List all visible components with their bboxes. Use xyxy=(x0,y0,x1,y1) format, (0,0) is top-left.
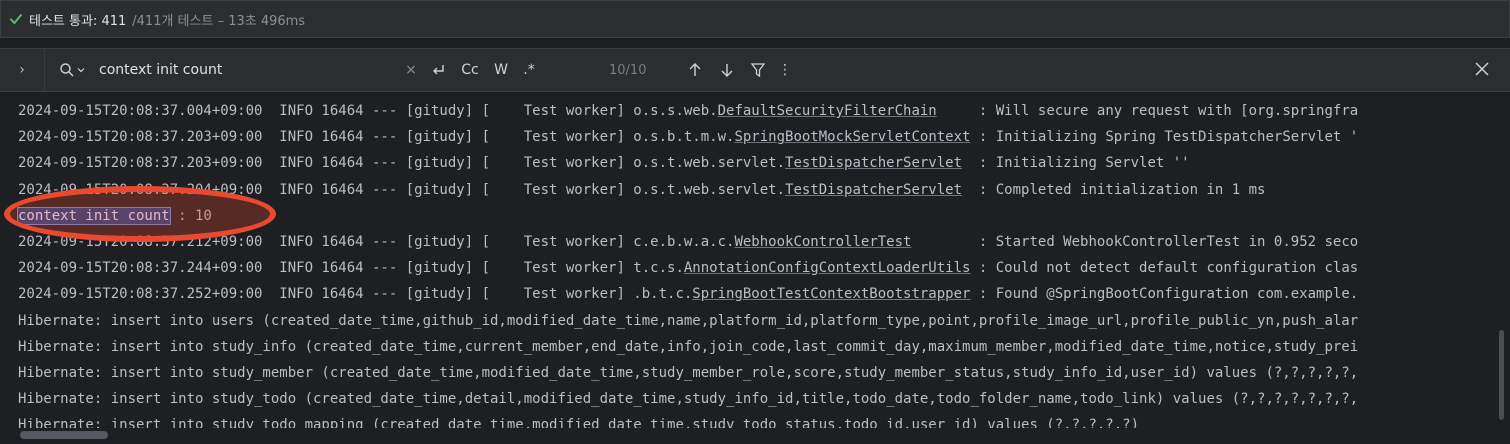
log-prefix: 2024-09-15T20:08:37.004+09:00 INFO 16464… xyxy=(18,103,718,119)
match-count: 10/10 xyxy=(609,62,647,78)
log-prefix: 2024-09-15T20:08:37.203+09:00 INFO 16464… xyxy=(18,155,786,172)
log-message: : Could not detect default configuration… xyxy=(970,260,1359,277)
console-line: 2024-09-15T20:08:37.244+09:00 INFO 16464… xyxy=(0,255,1510,281)
next-match-icon[interactable] xyxy=(711,62,743,78)
log-text: : 10 xyxy=(169,207,212,224)
console-line: Hibernate: insert into study_todo (creat… xyxy=(0,386,1510,412)
console-line: Hibernate: insert into study_todo_mappin… xyxy=(0,412,1510,428)
log-prefix: 2024-09-15T20:08:37.244+09:00 INFO 16464… xyxy=(18,260,684,277)
match-case-button[interactable]: Cc xyxy=(453,62,487,78)
regex-button[interactable]: .* xyxy=(515,62,543,78)
filter-icon[interactable] xyxy=(743,62,773,78)
log-text: Hibernate: insert into study_todo (creat… xyxy=(18,391,1359,408)
console-line: 2024-09-15T20:08:37.004+09:00 INFO 16464… xyxy=(0,98,1510,124)
log-message: : Initializing Servlet '' xyxy=(962,155,1190,172)
log-text: Hibernate: insert into study_member (cre… xyxy=(18,364,1359,381)
new-line-toggle-icon[interactable] xyxy=(423,62,453,78)
class-link[interactable]: SpringBootMockServletContext xyxy=(734,129,970,145)
console-search-bar: › × Cc W .* 10/10 ⋮ xyxy=(0,48,1510,92)
log-message: : Started WebhookControllerTest in 0.952… xyxy=(911,233,1359,250)
whole-words-button[interactable]: W xyxy=(487,62,515,78)
console-line: Hibernate: insert into study_info (creat… xyxy=(0,334,1510,360)
log-prefix: 2024-09-15T20:08:37.203+09:00 INFO 16464… xyxy=(18,129,735,146)
class-link[interactable]: AnnotationConfigContextLoaderUtils xyxy=(684,260,971,276)
class-link[interactable]: DefaultSecurityFilterChain xyxy=(718,103,937,119)
console-line: 2024-09-15T20:08:37.204+09:00 INFO 16464… xyxy=(0,177,1510,203)
search-history-button[interactable] xyxy=(59,62,85,78)
clear-search-icon[interactable]: × xyxy=(399,62,423,78)
log-text: Hibernate: insert into study_info (creat… xyxy=(18,338,1359,355)
console-line: 2024-09-15T20:08:37.212+09:00 INFO 16464… xyxy=(0,229,1510,255)
class-link[interactable]: TestDispatcherServlet xyxy=(785,182,962,198)
expand-replace-icon[interactable]: › xyxy=(0,62,44,78)
horizontal-scrollbar[interactable] xyxy=(0,428,1510,444)
class-link[interactable]: SpringBootTestContextBootstrapper xyxy=(692,286,970,302)
search-match-highlight: context init count xyxy=(17,206,171,225)
log-prefix: 2024-09-15T20:08:37.212+09:00 INFO 16464… xyxy=(18,233,735,250)
console-line: 2024-09-15T20:08:37.203+09:00 INFO 16464… xyxy=(0,124,1510,150)
console-line: context init count : 10 xyxy=(0,203,1510,229)
console-line: Hibernate: insert into users (created_da… xyxy=(0,308,1510,334)
previous-match-icon[interactable] xyxy=(679,62,711,78)
console-line: 2024-09-15T20:08:37.203+09:00 INFO 16464… xyxy=(0,150,1510,176)
check-icon xyxy=(10,14,22,24)
log-message: : Will secure any request with [org.spri… xyxy=(936,103,1359,119)
chevron-down-icon xyxy=(77,68,85,73)
console-line: Hibernate: insert into study_member (cre… xyxy=(0,360,1510,386)
log-prefix: 2024-09-15T20:08:37.204+09:00 INFO 16464… xyxy=(18,181,786,198)
tests-passed-label: 테스트 통과: 411 xyxy=(29,13,127,29)
console-output[interactable]: 2024-09-15T20:08:37.004+09:00 INFO 16464… xyxy=(0,98,1510,428)
test-status-bar: 테스트 통과: 411 /411개 테스트 – 13초 496ms xyxy=(0,0,1510,38)
log-text: Hibernate: insert into users (created_da… xyxy=(18,312,1359,329)
console-line: 2024-09-15T20:08:37.252+09:00 INFO 16464… xyxy=(0,281,1510,307)
class-link[interactable]: WebhookControllerTest xyxy=(734,234,911,250)
search-input[interactable] xyxy=(99,62,399,78)
class-link[interactable]: TestDispatcherServlet xyxy=(785,155,962,171)
log-message: : Found @SpringBootConfiguration com.exa… xyxy=(970,286,1359,303)
log-message: : Initializing Spring TestDispatcherServ… xyxy=(970,129,1359,146)
close-search-icon[interactable] xyxy=(1472,59,1492,83)
log-message: : Completed initialization in 1 ms xyxy=(962,181,1266,198)
tests-total-label: /411개 테스트 – 13초 496ms xyxy=(132,13,306,29)
search-icon xyxy=(60,63,74,77)
log-prefix: 2024-09-15T20:08:37.252+09:00 INFO 16464… xyxy=(18,286,693,303)
log-text: Hibernate: insert into study_todo_mappin… xyxy=(18,417,1140,428)
horizontal-scroll-thumb[interactable] xyxy=(20,431,108,439)
more-options-icon[interactable]: ⋮ xyxy=(773,62,797,78)
divider xyxy=(44,48,45,92)
vertical-scroll-thumb[interactable] xyxy=(1499,330,1504,420)
